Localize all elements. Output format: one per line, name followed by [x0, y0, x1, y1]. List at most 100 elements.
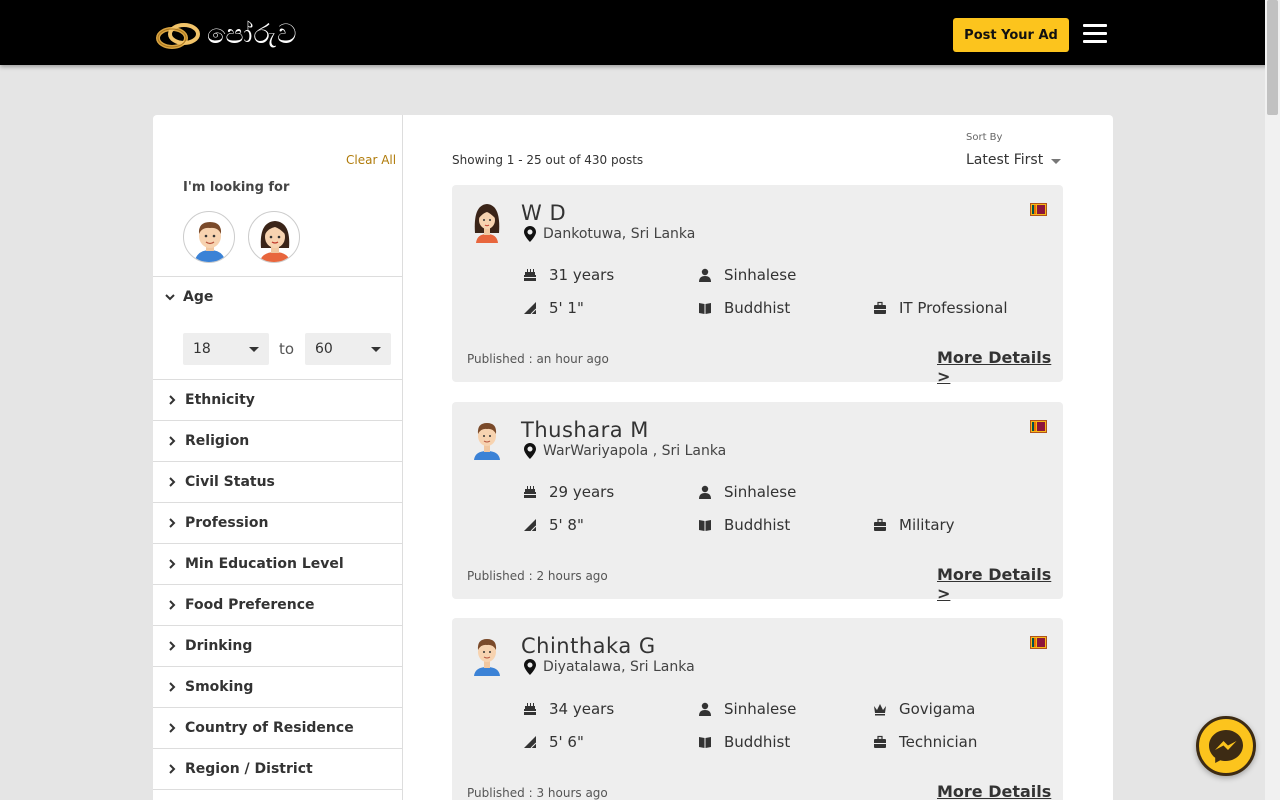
filter-label: Smoking	[185, 679, 254, 695]
sri-lanka-flag-icon	[1030, 636, 1047, 649]
top-navbar: පෝරුව Post Your Ad	[0, 0, 1280, 65]
book-icon	[699, 520, 711, 531]
ethnicity-text: Sinhalese	[724, 266, 797, 284]
filter-smoking[interactable]: Smoking	[153, 667, 402, 708]
clear-all-link[interactable]: Clear All	[346, 153, 396, 167]
filter-food-preference[interactable]: Food Preference	[153, 585, 402, 626]
book-icon	[699, 303, 711, 314]
post-your-ad-button[interactable]: Post Your Ad	[953, 18, 1069, 52]
scrollbar-thumb[interactable]	[1267, 0, 1278, 115]
age-filter-toggle[interactable]: Age	[163, 289, 213, 305]
ruler-icon	[524, 519, 537, 532]
logo-text: පෝරුව	[207, 19, 298, 50]
filter-label: Drinking	[185, 638, 253, 654]
height-text: 5' 6"	[549, 733, 584, 751]
height-text: 5' 8"	[549, 516, 584, 534]
profile-height: 5' 6"	[523, 733, 584, 751]
messenger-icon	[1209, 730, 1243, 763]
sort-by-label: Sort By	[966, 132, 1003, 143]
published-time: Published : 2 hours ago	[467, 569, 608, 583]
looking-for-label: I'm looking for	[183, 180, 290, 195]
chevron-right-icon	[169, 395, 176, 405]
profile-card: Chinthaka G Diyatalawa, Sri Lanka 34 yea…	[452, 618, 1063, 800]
ruler-icon	[524, 302, 537, 315]
religion-text: Buddhist	[724, 299, 791, 317]
location-pin-icon	[524, 659, 536, 675]
filter-label: Food Preference	[185, 597, 315, 613]
filter-region-district[interactable]: Region / District	[153, 749, 402, 790]
profile-card: Thushara M WarWariyapola , Sri Lanka 29 …	[452, 402, 1063, 603]
profile-card: W D Dankotuwa, Sri Lanka 31 years Sinhal…	[452, 185, 1063, 386]
sort-select[interactable]: Latest First	[966, 152, 1062, 168]
male-avatar-icon	[474, 423, 500, 460]
profile-ethnicity: Sinhalese	[698, 700, 796, 718]
profile-name: Chinthaka G	[521, 634, 656, 658]
caste-text: Govigama	[899, 700, 976, 718]
location-pin-icon	[524, 443, 536, 459]
profile-location: Diyatalawa, Sri Lanka	[524, 659, 695, 675]
filter-country-of-residence[interactable]: Country of Residence	[153, 708, 402, 749]
caret-down-icon	[1051, 158, 1062, 164]
age-filter: Age 18 to 60	[153, 276, 402, 380]
filter-min-education-level[interactable]: Min Education Level	[153, 544, 402, 585]
chevron-right-icon	[169, 436, 176, 446]
location-text: WarWariyapola , Sri Lanka	[543, 443, 727, 459]
published-time: Published : 3 hours ago	[467, 786, 608, 800]
female-avatar-icon	[259, 221, 291, 262]
briefcase-icon	[874, 518, 886, 531]
more-details-link[interactable]: More Details >	[937, 782, 1063, 800]
main-panel: Clear All I'm looking for Age 18 to 60 E…	[153, 115, 1113, 800]
profile-profession: IT Professional	[873, 299, 1008, 317]
filter-sidebar: Clear All I'm looking for Age 18 to 60 E…	[153, 115, 403, 800]
profile-ethnicity: Sinhalese	[698, 266, 796, 284]
cake-icon	[524, 269, 536, 281]
sri-lanka-flag-icon	[1030, 420, 1047, 433]
page-scrollbar[interactable]	[1265, 0, 1280, 800]
filter-religion[interactable]: Religion	[153, 421, 402, 462]
female-avatar-option[interactable]	[248, 211, 300, 263]
male-avatar-icon	[474, 639, 500, 676]
chevron-down-icon	[165, 294, 175, 301]
caret-down-icon	[371, 347, 381, 352]
profile-location: WarWariyapola , Sri Lanka	[524, 443, 726, 459]
user-icon	[699, 268, 711, 282]
filter-drinking[interactable]: Drinking	[153, 626, 402, 667]
cake-icon	[524, 703, 536, 715]
filter-profession[interactable]: Profession	[153, 503, 402, 544]
profile-profession: Military	[873, 516, 955, 534]
sort-value: Latest First	[966, 152, 1044, 168]
age-max-select[interactable]: 60	[305, 333, 391, 365]
sri-lanka-flag-icon	[1030, 203, 1047, 216]
male-avatar-icon	[194, 222, 226, 262]
filter-label: Religion	[185, 433, 250, 449]
profession-text: Technician	[899, 733, 978, 751]
more-details-link[interactable]: More Details >	[937, 348, 1063, 386]
messenger-chat-button[interactable]	[1196, 716, 1256, 776]
filter-label: Min Education Level	[185, 556, 344, 572]
profile-profession: Technician	[873, 733, 977, 751]
user-icon	[699, 485, 711, 499]
age-min-select[interactable]: 18	[183, 333, 269, 365]
profile-age: 34 years	[523, 700, 614, 718]
profile-height: 5' 1"	[523, 299, 584, 317]
profile-caste: Govigama	[873, 700, 975, 718]
more-details-link[interactable]: More Details >	[937, 565, 1063, 603]
ruler-icon	[524, 736, 537, 749]
profile-religion: Buddhist	[698, 733, 790, 751]
height-text: 5' 1"	[549, 299, 584, 317]
chevron-right-icon	[169, 559, 176, 569]
results-count: Showing 1 - 25 out of 430 posts	[452, 153, 644, 167]
filter-civil-status[interactable]: Civil Status	[153, 462, 402, 503]
male-avatar-option[interactable]	[183, 211, 235, 263]
hamburger-menu-icon[interactable]	[1083, 24, 1111, 46]
profile-religion: Buddhist	[698, 516, 790, 534]
profile-height: 5' 8"	[523, 516, 584, 534]
wedding-rings-icon	[156, 23, 200, 49]
filter-label: Profession	[185, 515, 269, 531]
location-pin-icon	[524, 226, 536, 242]
profile-location: Dankotuwa, Sri Lanka	[524, 226, 695, 242]
ethnicity-text: Sinhalese	[724, 483, 797, 501]
site-logo[interactable]: පෝරුව	[155, 18, 298, 52]
published-time: Published : an hour ago	[467, 352, 609, 366]
filter-ethnicity[interactable]: Ethnicity	[153, 380, 402, 421]
